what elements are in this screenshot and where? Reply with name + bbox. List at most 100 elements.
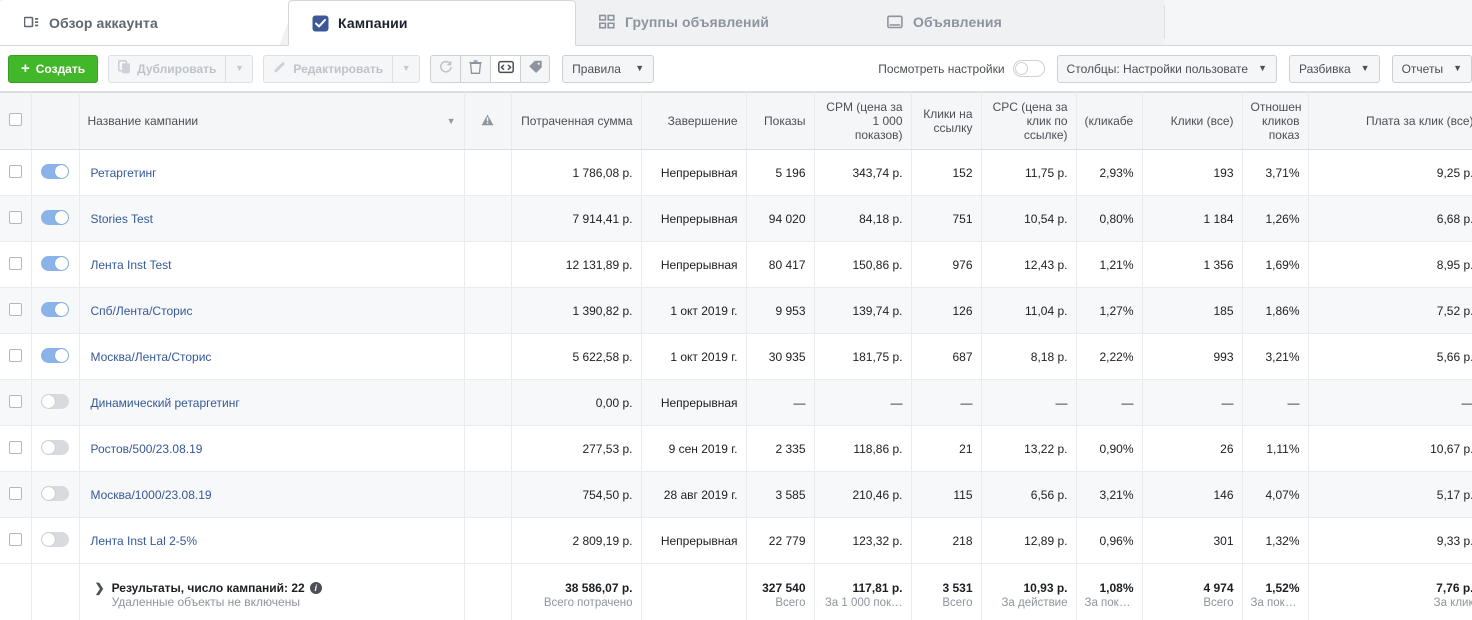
info-icon[interactable]: i	[309, 581, 322, 594]
row-end-cell: 1 окт 2019 г.	[641, 333, 747, 380]
campaign-name-link[interactable]: Лента Inst Test	[88, 258, 172, 272]
campaign-name-link[interactable]: Stories Test	[88, 212, 153, 226]
tag-icon-button[interactable]	[520, 54, 551, 83]
trash-icon-button[interactable]	[460, 54, 491, 83]
row-checkbox[interactable]	[8, 394, 22, 408]
header-ends[interactable]: Завершение	[641, 92, 747, 150]
row-checkbox[interactable]	[8, 302, 22, 316]
row-end-cell: Непрерывная	[641, 517, 747, 564]
edit-button[interactable]: Редактировать	[263, 54, 393, 83]
row-cpc-cell: 6,56 р.	[981, 471, 1077, 518]
campaign-status-toggle[interactable]	[41, 393, 69, 409]
campaign-name-link[interactable]: Динамический ретаргетинг	[88, 396, 240, 410]
table-row: Ретаргетинг 1 786,08 р. Непрерывная 5 196 34…	[0, 149, 1472, 196]
header-ctr[interactable]: (кликабе	[1076, 92, 1143, 150]
campaign-name-link[interactable]: Москва/1000/23.08.19	[88, 488, 212, 502]
view-settings-toggle[interactable]	[1012, 60, 1045, 77]
duplicate-icon	[118, 60, 131, 77]
header-ctr-all[interactable]: Отношен кликов показ	[1242, 92, 1309, 150]
row-spent-cell: 7 914,41 р.	[511, 195, 642, 242]
row-cpc-all-cell: 9,33 р.	[1308, 517, 1472, 564]
breakdown-button-label: Разбивка	[1299, 61, 1351, 76]
campaign-status-toggle[interactable]	[41, 209, 69, 225]
row-checkbox[interactable]	[8, 532, 22, 546]
summary-clicks-all-sub: Всего	[1203, 596, 1234, 609]
chevron-right-icon[interactable]: ❯	[95, 581, 105, 596]
create-button[interactable]: + Создать	[8, 54, 99, 83]
columns-button[interactable]: Столбцы: Настройки пользовате ▼	[1056, 54, 1278, 83]
select-all-checkbox[interactable]	[8, 113, 22, 126]
row-name-cell: Москва/1000/23.08.19	[79, 471, 465, 518]
summary-spent-value: 38 586,07 р.	[565, 580, 633, 595]
row-impressions-cell: 80 417	[746, 241, 815, 288]
row-ctr-cell: 0,90%	[1076, 425, 1143, 472]
duplicate-dropdown-button[interactable]: ▼	[225, 54, 254, 83]
select-all-header	[0, 92, 32, 150]
campaign-name-link[interactable]: Лента Inst Lal 2-5%	[88, 534, 198, 548]
header-amount-spent[interactable]: Потраченная сумма	[511, 92, 642, 150]
header-clicks-all[interactable]: Клики (все)	[1142, 92, 1243, 150]
refresh-icon-button[interactable]	[430, 54, 461, 83]
header-cpc-all[interactable]: Плата за клик (все)	[1308, 92, 1472, 150]
row-end-cell: 1 окт 2019 г.	[641, 287, 747, 334]
row-checkbox[interactable]	[8, 210, 22, 224]
row-clicks-all-cell: 185	[1142, 287, 1243, 334]
campaign-status-toggle[interactable]	[41, 301, 69, 317]
row-select-cell	[0, 241, 32, 288]
campaign-name-link[interactable]: Москва/Лента/Сторис	[88, 350, 212, 364]
campaign-name-link[interactable]: Ретаргетинг	[88, 166, 157, 180]
preview-icon-button[interactable]	[490, 54, 521, 83]
row-cpm-cell: 210,46 р.	[814, 471, 912, 518]
row-ctr-cell: 2,22%	[1076, 333, 1143, 380]
summary-cpc-sub: За действие	[1001, 596, 1068, 609]
tab-ads[interactable]: Объявления	[864, 0, 1165, 45]
tab-account-overview[interactable]: Обзор аккаунта	[0, 0, 288, 45]
campaign-status-toggle[interactable]	[41, 163, 69, 179]
row-ctr-cell: —	[1076, 379, 1143, 426]
edit-dropdown-button[interactable]: ▼	[392, 54, 421, 83]
row-clicks-all-cell: 146	[1142, 471, 1243, 518]
action-icon-group	[430, 54, 551, 83]
row-cpc-cell: 12,89 р.	[981, 517, 1077, 564]
row-checkbox[interactable]	[8, 486, 22, 500]
header-link-clicks[interactable]: Клики на ссылку	[911, 92, 982, 150]
breakdown-button[interactable]: Разбивка ▼	[1289, 54, 1380, 83]
chevron-down-icon: ▼	[1453, 63, 1462, 73]
row-ctr-all-cell: 3,21%	[1242, 333, 1309, 380]
rules-button[interactable]: Правила ▼	[562, 54, 655, 83]
reports-button[interactable]: Отчеты ▼	[1391, 54, 1472, 83]
campaign-name-link[interactable]: Спб/Лента/Сторис	[88, 304, 193, 318]
row-spent-cell: 1 786,08 р.	[511, 149, 642, 196]
campaign-status-toggle[interactable]	[41, 531, 69, 547]
toggle-knob	[42, 486, 55, 500]
warning-icon	[481, 114, 494, 129]
header-campaign-name[interactable]: Название кампании ▼	[79, 92, 465, 150]
duplicate-button[interactable]: Дублировать	[108, 54, 226, 83]
pencil-icon	[273, 60, 287, 77]
row-checkbox[interactable]	[8, 256, 22, 270]
header-cpm[interactable]: CPM (цена за 1 000 показов)	[814, 92, 912, 150]
row-ctr-cell: 0,96%	[1076, 517, 1143, 564]
campaign-status-toggle[interactable]	[41, 485, 69, 501]
campaign-status-toggle[interactable]	[41, 347, 69, 363]
summary-ctr-all-cell: 1,52% За показы	[1242, 563, 1309, 620]
adsets-grid-icon	[598, 13, 616, 31]
header-cpc[interactable]: CPC (цена за клик по ссылке)	[981, 92, 1077, 150]
summary-impressions-cell: 327 540 Всего	[746, 563, 815, 620]
row-link-clicks-cell: 21	[911, 425, 982, 472]
row-ctr-all-cell: 1,11%	[1242, 425, 1309, 472]
row-status-cell	[31, 149, 80, 196]
campaign-status-toggle[interactable]	[41, 255, 69, 271]
row-checkbox[interactable]	[8, 348, 22, 362]
header-impressions[interactable]: Показы	[746, 92, 815, 150]
toolbar: + Создать Дублировать ▼ Редактировать ▼ …	[0, 46, 1472, 92]
campaign-name-link[interactable]: Ростов/500/23.08.19	[88, 442, 203, 456]
summary-subtitle: Удаленные объекты не включены	[111, 594, 300, 609]
row-cpc-all-cell: 6,68 р.	[1308, 195, 1472, 242]
tab-campaigns[interactable]: Кампании	[288, 0, 576, 46]
campaign-status-toggle[interactable]	[41, 439, 69, 455]
row-checkbox[interactable]	[8, 164, 22, 178]
tab-adsets[interactable]: Группы объявлений	[576, 0, 865, 45]
row-checkbox[interactable]	[8, 440, 22, 454]
table-row: Ростов/500/23.08.19 277,53 р. 9 сен 2019 г…	[0, 425, 1472, 472]
